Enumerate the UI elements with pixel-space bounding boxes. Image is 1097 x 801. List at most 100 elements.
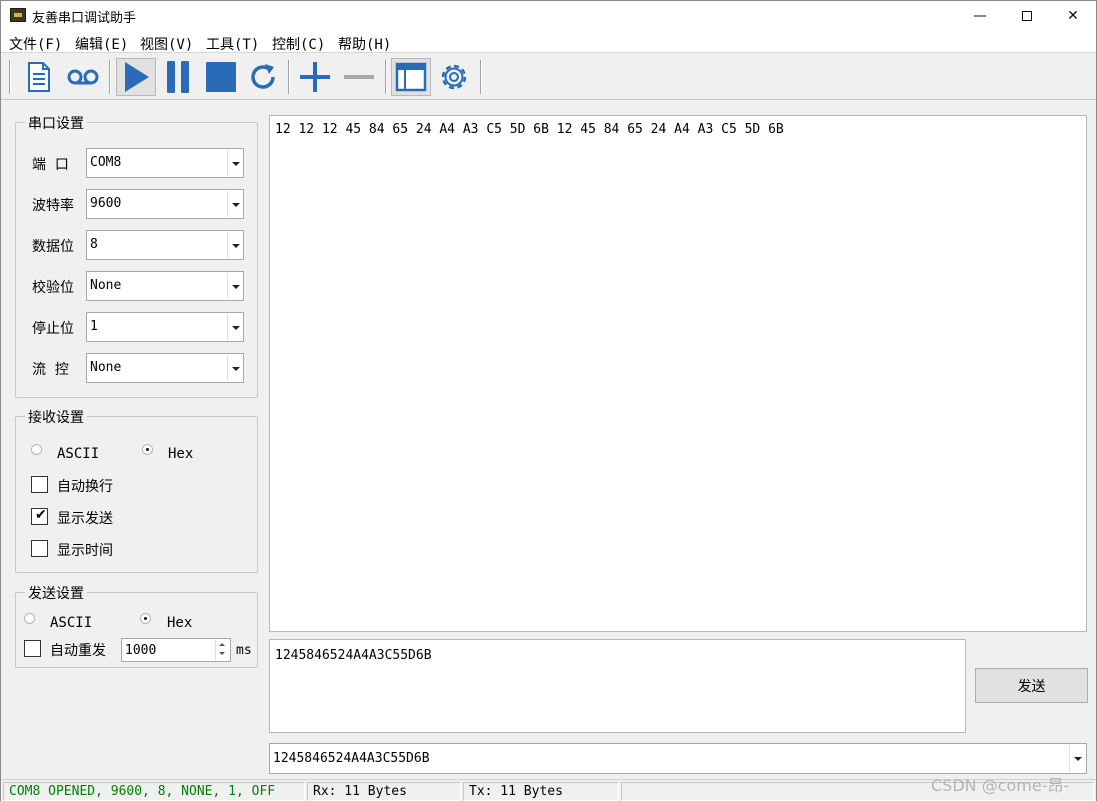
receive-settings-title: 接收设置 (25, 407, 87, 427)
toolbar-separator (385, 60, 387, 94)
window-title: 友善串口调试助手 (32, 11, 137, 26)
serial-settings-title: 串口设置 (25, 113, 87, 133)
refresh-button[interactable] (243, 58, 283, 96)
toolbar-separator (9, 60, 11, 94)
checkmark-icon: ✔ (35, 507, 47, 523)
baud-value: 9600 (90, 196, 122, 211)
show-send-checkbox[interactable]: ✔ (31, 507, 48, 525)
parity-label: 校验位 (32, 280, 74, 296)
play-icon (125, 62, 149, 92)
stop-button[interactable] (201, 58, 241, 96)
parity-value: None (90, 278, 122, 293)
flowcontrol-value: None (90, 360, 122, 375)
new-file-icon (28, 62, 50, 92)
spin-updown-icon[interactable] (215, 640, 229, 660)
chevron-down-icon[interactable] (227, 232, 242, 258)
flowcontrol-select[interactable]: None (86, 353, 244, 383)
toolbar-separator (109, 60, 111, 94)
send-ascii-label[interactable]: ASCII (50, 615, 92, 631)
flowcontrol-label: 流 控 (32, 362, 69, 378)
show-send-label[interactable]: 显示发送 (57, 508, 113, 528)
start-button[interactable] (116, 58, 156, 96)
resend-interval-spinbox[interactable]: 1000 (121, 638, 231, 662)
close-button[interactable]: ✕ (1050, 1, 1096, 31)
menu-bar: 文件(F) 编辑(E) 视图(V) 工具(T) 控制(C) 帮助(H) (1, 31, 1096, 53)
send-history-select[interactable]: 1245846524A4A3C55D6B (269, 743, 1087, 774)
serial-settings-group: 串口设置 端 口 COM8 波特率 9600 数据位 8 校验位 None 停止… (15, 113, 258, 398)
chevron-down-icon[interactable] (227, 150, 242, 176)
record-icon (67, 69, 99, 85)
receive-ascii-radio[interactable] (31, 444, 42, 455)
record-button[interactable] (63, 58, 103, 96)
chevron-down-icon[interactable] (227, 314, 242, 340)
new-file-button[interactable] (19, 58, 59, 96)
send-textarea[interactable]: 1245846524A4A3C55D6B (269, 639, 966, 733)
maximize-button[interactable] (1004, 1, 1050, 31)
parity-select[interactable]: None (86, 271, 244, 301)
send-hex-label[interactable]: Hex (167, 615, 192, 631)
chevron-down-icon[interactable] (227, 355, 242, 381)
send-hex-radio[interactable] (140, 613, 151, 624)
status-rx: Rx: 11 Bytes (307, 782, 461, 801)
title-bar: 友善串口调试助手 — ✕ (1, 1, 1096, 31)
receive-textarea[interactable]: 12 12 12 45 84 65 24 A4 A3 C5 5D 6B 12 4… (269, 115, 1087, 632)
menu-file[interactable]: 文件(F) (9, 34, 62, 54)
receive-hex-label[interactable]: Hex (168, 446, 193, 462)
pause-icon (167, 61, 189, 93)
send-ascii-radio[interactable] (24, 613, 35, 624)
auto-wrap-checkbox[interactable] (31, 476, 48, 493)
status-tx: Tx: 11 Bytes (463, 782, 619, 801)
menu-edit[interactable]: 编辑(E) (75, 34, 128, 54)
databits-label: 数据位 (32, 239, 74, 255)
maximize-icon (1022, 11, 1032, 21)
resend-interval-value: 1000 (125, 643, 157, 658)
menu-tools[interactable]: 工具(T) (206, 34, 259, 54)
auto-resend-label[interactable]: 自动重发 (50, 640, 106, 660)
port-value: COM8 (90, 155, 122, 170)
chevron-down-icon[interactable] (227, 191, 242, 217)
menu-view[interactable]: 视图(V) (140, 34, 193, 54)
send-settings-title: 发送设置 (25, 583, 87, 603)
show-time-label[interactable]: 显示时间 (57, 540, 113, 560)
send-content: 1245846524A4A3C55D6B (275, 648, 432, 663)
baud-select[interactable]: 9600 (86, 189, 244, 219)
settings-button[interactable] (434, 58, 474, 96)
plus-icon (300, 62, 330, 92)
stopbits-select[interactable]: 1 (86, 312, 244, 342)
show-time-checkbox[interactable] (31, 540, 48, 557)
send-button[interactable]: 发送 (975, 668, 1088, 703)
add-button[interactable] (295, 58, 335, 96)
receive-ascii-label[interactable]: ASCII (57, 446, 99, 462)
menu-help[interactable]: 帮助(H) (338, 34, 391, 54)
toolbar-separator (480, 60, 482, 94)
stop-icon (206, 62, 236, 92)
window-icon (395, 62, 427, 92)
remove-button[interactable] (339, 58, 379, 96)
interval-unit-label: ms (236, 643, 252, 658)
watermark: CSDN @come-昂- (931, 776, 1070, 795)
chevron-down-icon[interactable] (227, 273, 242, 299)
chevron-down-icon[interactable] (1069, 745, 1085, 772)
window-button[interactable] (391, 58, 431, 96)
send-history-value: 1245846524A4A3C55D6B (273, 751, 430, 766)
stopbits-label: 停止位 (32, 321, 74, 337)
stopbits-value: 1 (90, 319, 98, 334)
app-window: 友善串口调试助手 — ✕ 文件(F) 编辑(E) 视图(V) 工具(T) 控制(… (0, 0, 1097, 801)
toolbar (1, 54, 1096, 100)
auto-resend-checkbox[interactable] (24, 640, 41, 657)
baud-label: 波特率 (32, 198, 74, 214)
settings-gear-icon (441, 64, 467, 90)
pause-button[interactable] (158, 58, 198, 96)
refresh-icon (251, 64, 275, 89)
minimize-button[interactable]: — (957, 1, 1003, 31)
status-port: COM8 OPENED, 9600, 8, NONE, 1, OFF (3, 782, 305, 801)
port-select[interactable]: COM8 (86, 148, 244, 178)
receive-settings-group: 接收设置 ASCII Hex 自动换行 ✔ 显示发送 显示时间 (15, 407, 258, 573)
auto-wrap-label[interactable]: 自动换行 (57, 476, 113, 496)
menu-control[interactable]: 控制(C) (272, 34, 325, 54)
databits-value: 8 (90, 237, 98, 252)
receive-content: 12 12 12 45 84 65 24 A4 A3 C5 5D 6B 12 4… (275, 122, 784, 137)
port-label: 端 口 (32, 157, 69, 173)
receive-hex-radio[interactable] (142, 444, 153, 455)
databits-select[interactable]: 8 (86, 230, 244, 260)
